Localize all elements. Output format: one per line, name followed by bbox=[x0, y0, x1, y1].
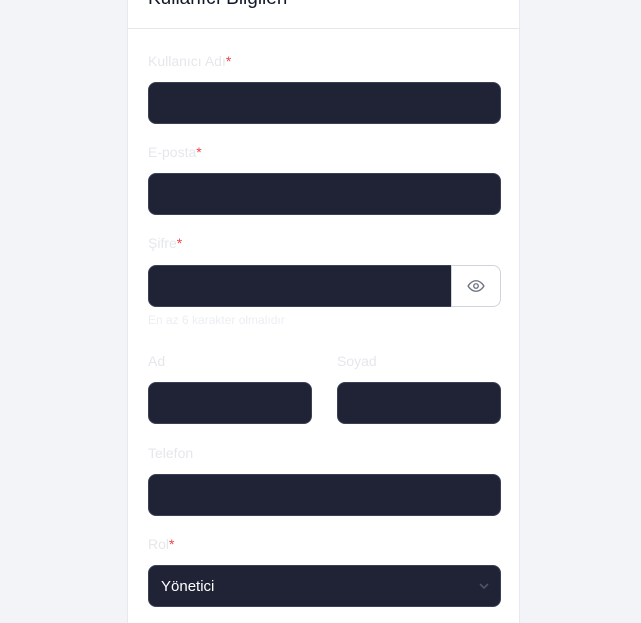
phone-input[interactable] bbox=[148, 474, 501, 516]
last-name-label: Soyad bbox=[337, 353, 377, 369]
username-input[interactable] bbox=[148, 82, 501, 124]
card-title: Kullanıcı Bilgileri bbox=[148, 0, 287, 10]
card-header: Kullanıcı Bilgileri bbox=[128, 0, 519, 29]
role-selected-value: Yönetici bbox=[161, 578, 215, 595]
email-input[interactable] bbox=[148, 173, 501, 215]
last-name-input[interactable] bbox=[337, 382, 501, 424]
password-label: Şifre* bbox=[148, 235, 182, 251]
password-visibility-toggle-button[interactable] bbox=[451, 265, 501, 307]
role-label: Rol* bbox=[148, 536, 174, 552]
username-label-text: Kullanıcı Adı bbox=[148, 53, 226, 69]
password-input-group bbox=[148, 265, 501, 307]
password-input[interactable] bbox=[148, 265, 452, 307]
chevron-down-icon bbox=[479, 583, 489, 589]
email-label: E-posta* bbox=[148, 144, 202, 160]
eye-icon bbox=[467, 280, 485, 292]
phone-label: Telefon bbox=[148, 445, 194, 461]
username-required-mark: * bbox=[225, 53, 232, 69]
password-help-text: En az 6 karakter olmalıdır bbox=[148, 313, 285, 327]
password-label-text: Şifre bbox=[148, 235, 177, 251]
password-required-mark: * bbox=[176, 235, 183, 251]
username-label: Kullanıcı Adı* bbox=[148, 53, 231, 69]
role-select[interactable]: Yönetici bbox=[148, 565, 501, 607]
user-info-card: Kullanıcı Bilgileri Kullanıcı Adı* E-pos… bbox=[127, 0, 520, 623]
role-required-mark: * bbox=[169, 536, 175, 552]
first-name-label: Ad bbox=[148, 353, 166, 369]
email-required-mark: * bbox=[196, 144, 202, 160]
email-label-text: E-posta bbox=[148, 144, 197, 160]
role-label-text: Rol bbox=[148, 536, 170, 552]
first-name-input[interactable] bbox=[148, 382, 312, 424]
